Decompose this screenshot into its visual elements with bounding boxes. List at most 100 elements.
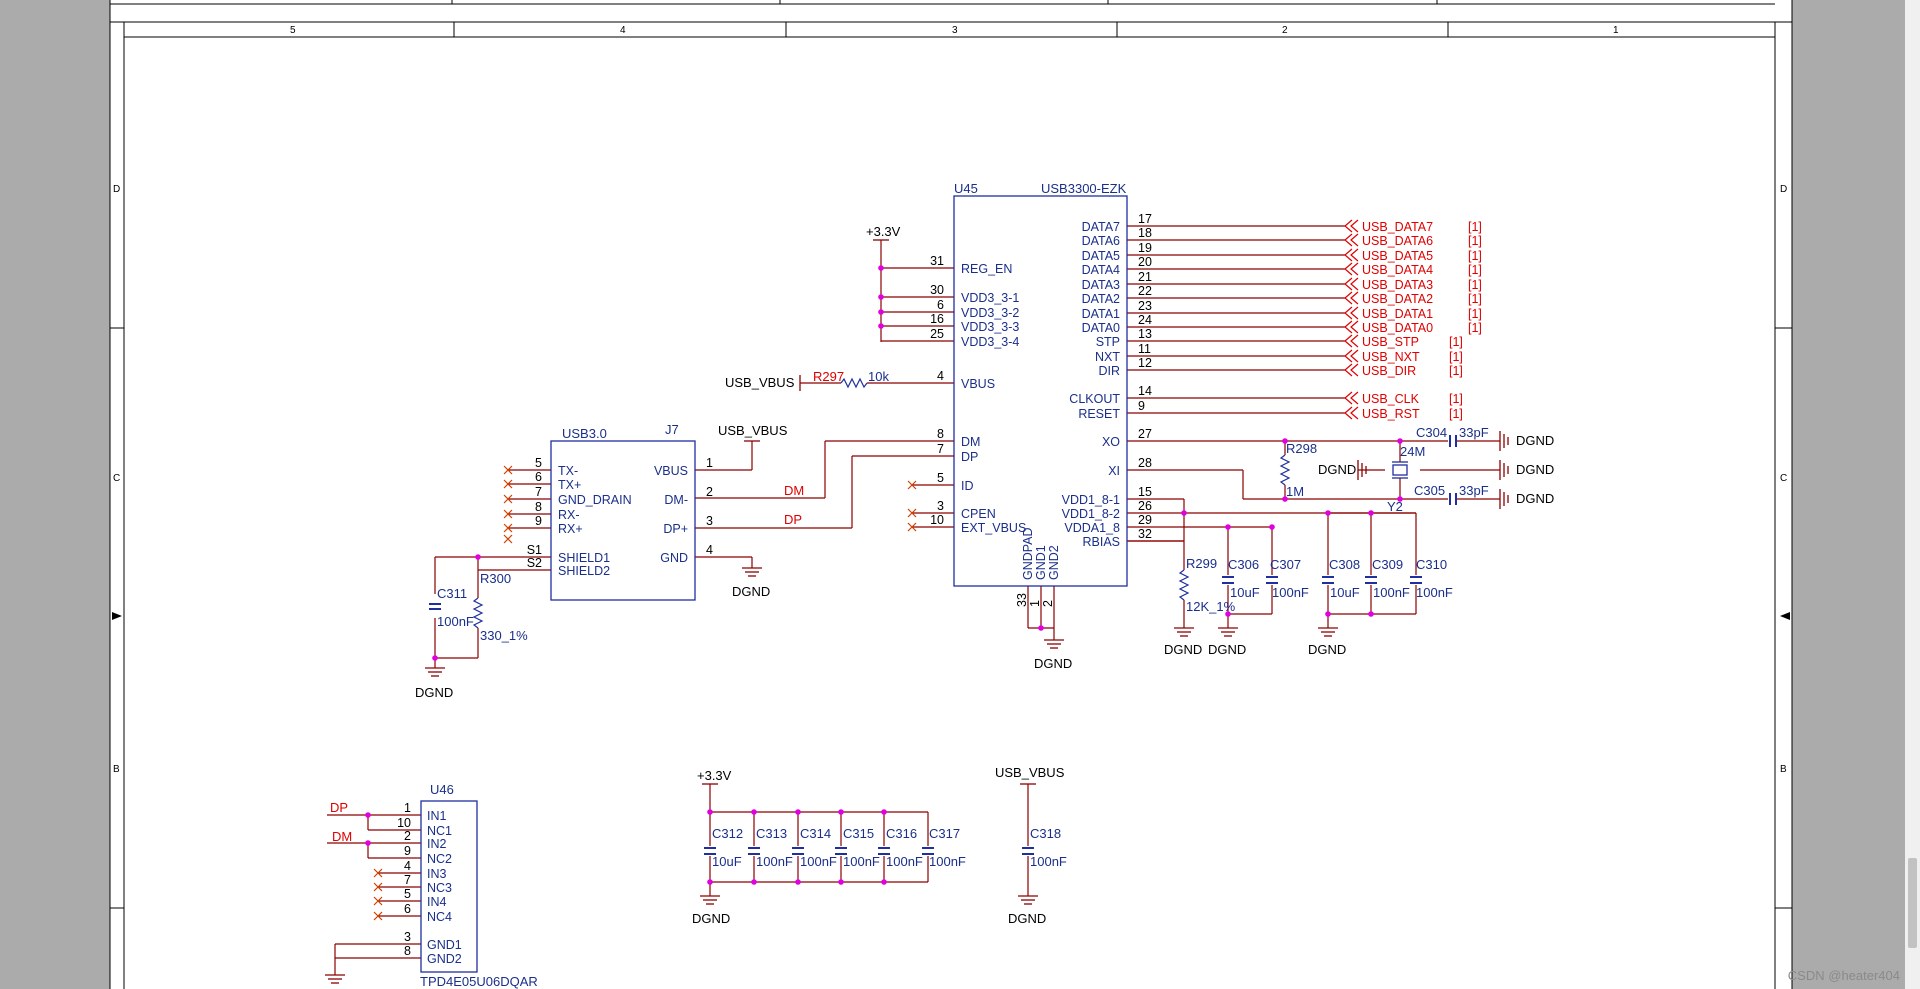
u46-pin-number: 8 <box>404 944 411 958</box>
j7-pin-number: S1 <box>527 543 542 557</box>
u46-part: TPD4E05U06DQAR <box>420 974 538 989</box>
net-port-label: USB_DATA7 <box>1362 220 1433 234</box>
u45-ref: U45 <box>954 181 978 196</box>
net-page-ref: [1] <box>1468 321 1482 335</box>
net-page-ref: [1] <box>1468 234 1482 248</box>
j7-pin-name: TX- <box>558 464 578 478</box>
j7-pin-number: 8 <box>535 500 542 514</box>
j7-pin-name: RX- <box>558 508 580 522</box>
vertical-scrollbar[interactable] <box>1905 0 1920 989</box>
u45-pin-name: DIR <box>1098 364 1120 378</box>
c318-ref: C318 <box>1030 826 1061 841</box>
schematic-sheet: 5 4 3 2 1 D C B D C B U45 USB3300-EZK US… <box>109 0 1793 989</box>
u46-pin-number: 9 <box>404 844 411 858</box>
u46-pin-name: IN4 <box>427 895 447 909</box>
u45-pin-name: VDD3_3-3 <box>961 320 1019 334</box>
u46-pin-name: NC2 <box>427 852 452 866</box>
u45-pin-name: DM <box>961 435 980 449</box>
u45-pin-number: 10 <box>930 513 944 527</box>
c317-ref: C317 <box>929 826 960 841</box>
net-page-ref: [1] <box>1468 307 1482 321</box>
c311-ref: C311 <box>437 586 467 601</box>
u45-pin-number: 13 <box>1138 327 1152 341</box>
u45-pin-number: 11 <box>1138 342 1151 356</box>
j7-pin-name: TX+ <box>558 478 581 492</box>
r298-value: 1M <box>1286 484 1304 499</box>
c316-ref: C316 <box>886 826 917 841</box>
u46-pin-number: 4 <box>404 859 411 873</box>
net-label-dgnd: DGND <box>732 584 770 599</box>
c316-value: 100nF <box>886 854 923 869</box>
u46-pin-number: 7 <box>404 873 411 887</box>
c305-ref: C305 <box>1414 483 1445 498</box>
u45-pin-name: NXT <box>1095 350 1120 364</box>
j7-pin-name: RX+ <box>558 522 583 536</box>
u45-pin-name: DATA6 <box>1082 234 1120 248</box>
u46-pin-name: GND2 <box>427 952 462 966</box>
u45-pin-number: 27 <box>1138 427 1152 441</box>
net-label-dp: DP <box>330 800 348 815</box>
c309-ref: C309 <box>1372 557 1403 572</box>
scrollbar-thumb[interactable] <box>1908 858 1917 948</box>
j7-pin-number: 6 <box>535 470 542 484</box>
u45-pin-name: GND2 <box>1047 545 1061 580</box>
r299-ref: R299 <box>1186 556 1217 571</box>
u45-pin-name: DATA3 <box>1082 278 1120 292</box>
r297-ref: R297 <box>813 369 844 384</box>
net-port-label: USB_DATA5 <box>1362 249 1433 263</box>
watermark: CSDN @heater404 <box>1787 968 1900 983</box>
u45-pin-name: VDDA1_8 <box>1064 521 1120 535</box>
border-col-label: 5 <box>290 25 296 36</box>
j7-pin-name: SHIELD1 <box>558 551 610 565</box>
u45-pin-number: 24 <box>1138 313 1152 327</box>
u45-pin-name: VDD3_3-4 <box>961 335 1019 349</box>
u45-pin-number: 26 <box>1138 499 1152 513</box>
u45-part: USB3300-EZK <box>1041 181 1127 196</box>
net-port-label: USB_DATA6 <box>1362 234 1433 248</box>
border-row-label: B <box>113 764 120 775</box>
u46-pin-name: IN3 <box>427 867 447 881</box>
net-port-label: USB_DATA2 <box>1362 292 1433 306</box>
c305-value: 33pF <box>1459 483 1489 498</box>
net-port-label: USB_DATA4 <box>1362 263 1433 277</box>
u45-pin-number: 18 <box>1138 226 1152 240</box>
u45-pin-number: 8 <box>937 427 944 441</box>
u46-pin-number: 3 <box>404 930 411 944</box>
j7-pin-number: 5 <box>535 456 542 470</box>
c304-value: 33pF <box>1459 425 1489 440</box>
border-row-label: C <box>113 473 120 484</box>
net-page-ref: [1] <box>1468 292 1482 306</box>
j7-pin-number: S2 <box>527 556 542 570</box>
u45-pin-number: 17 <box>1138 212 1152 226</box>
u45-pin-name: CLKOUT <box>1069 392 1120 406</box>
c315-value: 100nF <box>843 854 880 869</box>
net-page-ref: [1] <box>1468 278 1482 292</box>
u45-pin-number: 7 <box>937 442 944 456</box>
net-label-vbus: USB_VBUS <box>725 375 795 390</box>
u45-pin-number: 31 <box>930 254 944 268</box>
c311-value: 100nF <box>437 614 474 629</box>
c313-ref: C313 <box>756 826 787 841</box>
u45-pin-name: STP <box>1096 335 1120 349</box>
u45-pin-name: DP <box>961 450 978 464</box>
u45-pin-name: CPEN <box>961 507 996 521</box>
j7-pin-name: VBUS <box>654 464 688 478</box>
u45-pin-number: 9 <box>1138 399 1145 413</box>
c310-ref: C310 <box>1416 557 1447 572</box>
u46-pin-name: NC1 <box>427 824 452 838</box>
r299-value: 12K_1% <box>1186 599 1236 614</box>
c306-ref: C306 <box>1228 557 1259 572</box>
j7-pin-number: 2 <box>706 485 713 499</box>
u46-pin-name: IN1 <box>427 809 447 823</box>
net-page-ref: [1] <box>1449 335 1463 349</box>
c306-value: 10uF <box>1230 585 1260 600</box>
c308-ref: C308 <box>1329 557 1360 572</box>
net-label-dgnd: DGND <box>1516 433 1554 448</box>
net-label-vbus: USB_VBUS <box>718 423 788 438</box>
u45-pin-name: DATA5 <box>1082 249 1120 263</box>
c315-ref: C315 <box>843 826 874 841</box>
y2-value: 24M <box>1400 444 1425 459</box>
net-label-dp: DP <box>784 512 802 527</box>
net-label-dgnd: DGND <box>1308 642 1346 657</box>
u46-pin-name: NC4 <box>427 910 452 924</box>
